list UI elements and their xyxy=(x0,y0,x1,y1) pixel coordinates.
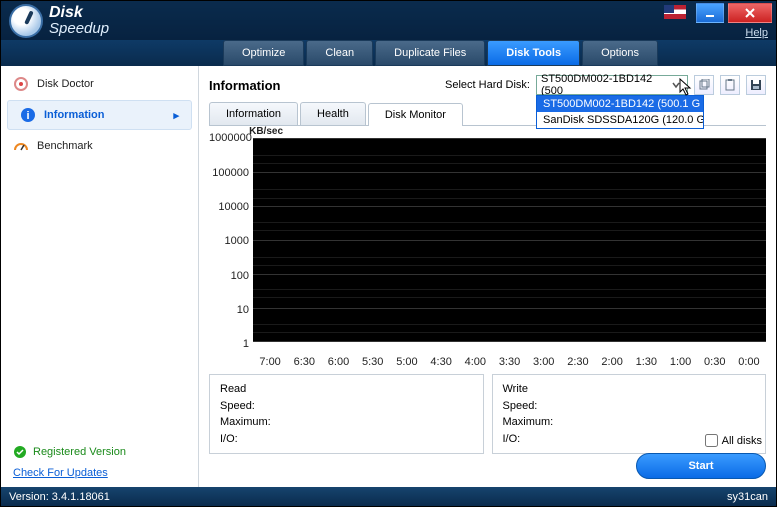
sidebar-item-label: Disk Doctor xyxy=(37,78,94,90)
sidebar-item-benchmark[interactable]: Benchmark xyxy=(1,132,198,160)
x-tick: 2:00 xyxy=(595,356,629,368)
x-tick: 4:30 xyxy=(424,356,458,368)
x-tick: 4:00 xyxy=(458,356,492,368)
close-icon xyxy=(744,7,756,19)
y-axis-unit: KB/sec xyxy=(249,126,283,137)
y-axis: KB/sec 1000000 100000 10000 1000 100 10 … xyxy=(209,128,253,354)
svg-text:i: i xyxy=(26,110,29,122)
registered-status: Registered Version xyxy=(13,445,186,459)
stethoscope-icon xyxy=(13,76,29,92)
x-tick: 0:30 xyxy=(698,356,732,368)
copy-button[interactable] xyxy=(694,75,714,95)
sidebar-item-label: Benchmark xyxy=(37,140,93,152)
disk-select-value: ST500DM002-1BD142 (500 xyxy=(541,73,670,97)
x-tick: 1:30 xyxy=(629,356,663,368)
status-bar: Version: 3.4.1.18061 sy31can xyxy=(1,487,776,506)
write-max: Maximum: xyxy=(503,414,756,431)
page-title: Information xyxy=(209,78,281,93)
help-link[interactable]: Help xyxy=(745,27,768,39)
app-window: Disk Speedup Help Optimize Clean Duplica… xyxy=(0,0,777,507)
app-title-line2: Speedup xyxy=(49,21,109,36)
y-tick: 10000 xyxy=(209,201,249,213)
sidebar-item-information[interactable]: i Information ▸ xyxy=(7,100,192,130)
disk-select[interactable]: ST500DM002-1BD142 (500 ST500DM002-1BD142… xyxy=(536,75,688,95)
x-tick: 1:00 xyxy=(663,356,697,368)
y-tick: 1 xyxy=(209,338,249,350)
clipboard-icon xyxy=(724,79,736,91)
all-disks-checkbox[interactable] xyxy=(705,434,718,447)
start-button[interactable]: Start xyxy=(636,453,766,479)
brand-label: sy31can xyxy=(727,491,768,503)
y-tick: 1000 xyxy=(209,235,249,247)
read-speed: Speed: xyxy=(220,398,473,415)
sidebar-footer: Registered Version Check For Updates xyxy=(1,437,198,487)
tab-optimize[interactable]: Optimize xyxy=(223,40,304,66)
x-tick: 6:30 xyxy=(287,356,321,368)
chevron-down-icon xyxy=(670,81,683,89)
write-heading: Write xyxy=(503,381,756,398)
check-circle-icon xyxy=(13,445,27,459)
titlebar: Disk Speedup Help xyxy=(1,1,776,40)
close-button[interactable] xyxy=(728,3,772,23)
main-header: Information Select Hard Disk: ST500DM002… xyxy=(209,72,766,98)
chevron-right-icon: ▸ xyxy=(173,109,179,122)
registered-label: Registered Version xyxy=(33,446,126,458)
tab-options[interactable]: Options xyxy=(582,40,658,66)
x-tick: 3:30 xyxy=(492,356,526,368)
y-tick: 100 xyxy=(209,270,249,282)
x-tick: 6:00 xyxy=(321,356,355,368)
all-disks-label: All disks xyxy=(722,435,762,447)
speedometer-icon xyxy=(9,4,43,38)
app-logo: Disk Speedup xyxy=(9,4,109,38)
select-disk-label: Select Hard Disk: xyxy=(445,79,530,91)
x-axis: 7:00 6:30 6:00 5:30 5:00 4:30 4:00 3:30 … xyxy=(209,356,766,368)
y-tick: 10 xyxy=(209,304,249,316)
tab-disk-tools[interactable]: Disk Tools xyxy=(487,40,580,66)
read-max: Maximum: xyxy=(220,414,473,431)
sidebar-item-label: Information xyxy=(44,109,105,121)
app-title-line1: Disk xyxy=(49,5,109,21)
sidebar-item-disk-doctor[interactable]: Disk Doctor xyxy=(1,70,198,98)
disk-select-dropdown: ST500DM002-1BD142 (500.1 G SanDisk SDSSD… xyxy=(536,95,704,129)
x-tick: 5:30 xyxy=(356,356,390,368)
chart: KB/sec 1000000 100000 10000 1000 100 10 … xyxy=(209,128,766,354)
x-tick: 5:00 xyxy=(390,356,424,368)
main-tabs: Optimize Clean Duplicate Files Disk Tool… xyxy=(1,40,776,66)
chart-plot-area xyxy=(253,138,766,342)
read-heading: Read xyxy=(220,381,473,398)
disk-option-1[interactable]: ST500DM002-1BD142 (500.1 G xyxy=(537,96,703,112)
x-tick: 7:00 xyxy=(253,356,287,368)
paste-button[interactable] xyxy=(720,75,740,95)
save-button[interactable] xyxy=(746,75,766,95)
main-panel: Information Select Hard Disk: ST500DM002… xyxy=(199,66,776,487)
app-title: Disk Speedup xyxy=(49,5,109,36)
minimize-icon xyxy=(705,8,715,18)
check-updates-link[interactable]: Check For Updates xyxy=(13,467,108,479)
subtab-information[interactable]: Information xyxy=(209,102,298,125)
subtab-disk-monitor[interactable]: Disk Monitor xyxy=(368,103,463,126)
sidebar: Disk Doctor i Information ▸ Benchmark xyxy=(1,66,199,487)
tab-duplicate-files[interactable]: Duplicate Files xyxy=(375,40,485,66)
info-icon: i xyxy=(20,107,36,123)
copy-icon xyxy=(698,79,710,91)
version-label: Version: 3.4.1.18061 xyxy=(9,491,110,503)
write-speed: Speed: xyxy=(503,398,756,415)
y-tick: 1000000 xyxy=(209,132,249,144)
all-disks-checkbox-wrap: All disks xyxy=(209,434,762,447)
flag-icon[interactable] xyxy=(664,5,686,19)
x-tick: 2:30 xyxy=(561,356,595,368)
disk-option-2[interactable]: SanDisk SDSSDA120G (120.0 G xyxy=(537,112,703,128)
gauge-icon xyxy=(13,138,29,154)
body: Disk Doctor i Information ▸ Benchmark xyxy=(1,66,776,487)
minimize-button[interactable] xyxy=(696,3,724,23)
x-tick: 3:00 xyxy=(527,356,561,368)
x-tick: 0:00 xyxy=(732,356,766,368)
subtab-health[interactable]: Health xyxy=(300,102,366,125)
save-icon xyxy=(750,79,762,91)
tab-clean[interactable]: Clean xyxy=(306,40,373,66)
y-tick: 100000 xyxy=(209,167,249,179)
